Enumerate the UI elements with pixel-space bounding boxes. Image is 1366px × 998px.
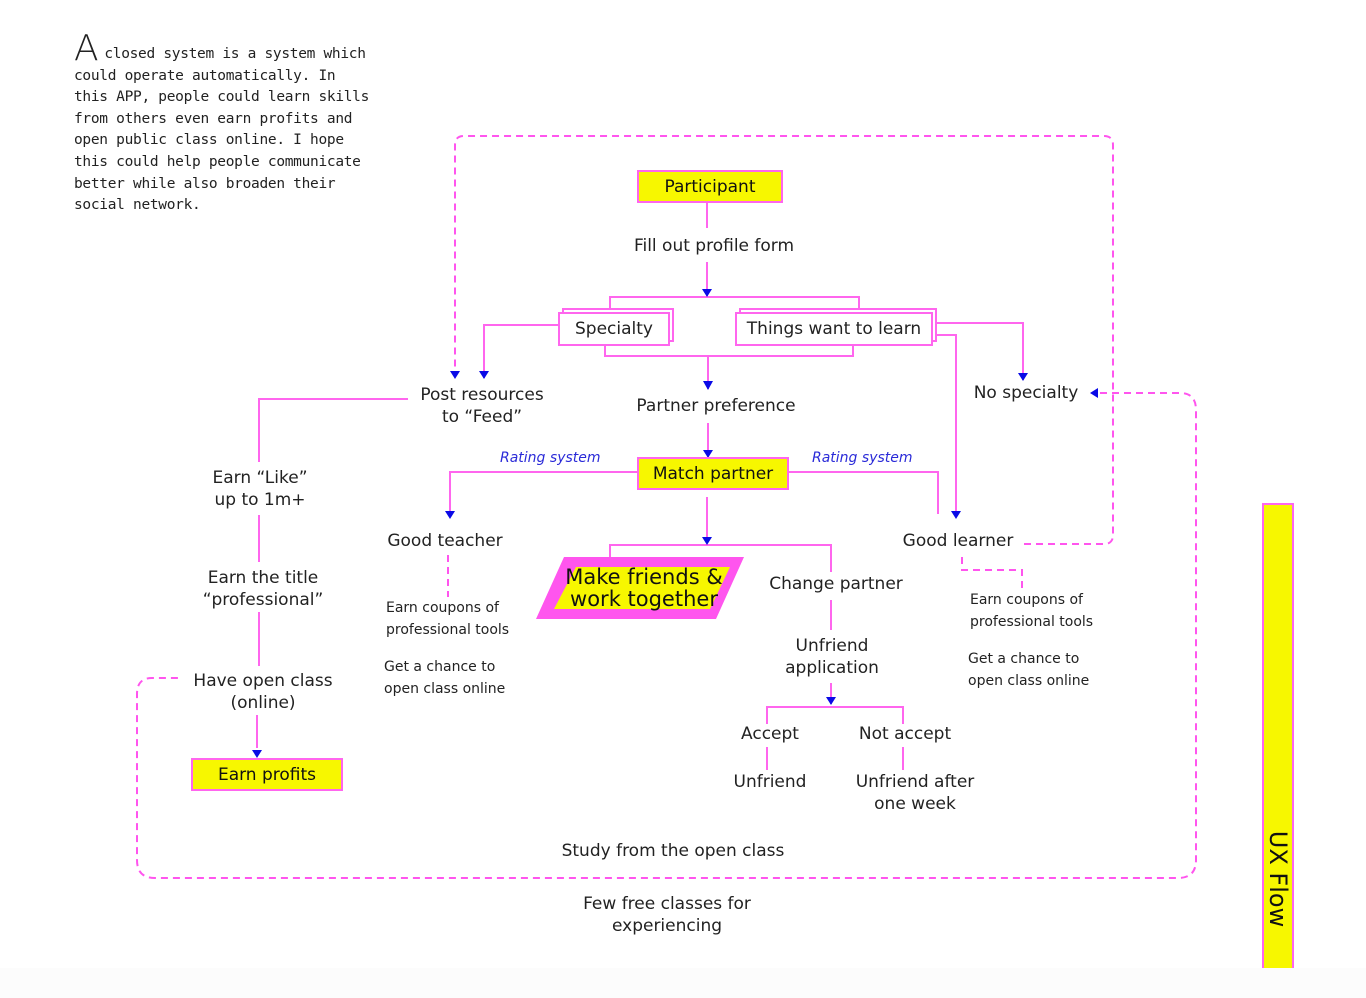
node-have-open-class-line1: Have open class: [193, 671, 333, 691]
node-post-resources-line1: Post resources: [420, 385, 544, 405]
node-unfriend-after-week-line2: one week: [874, 794, 956, 814]
arrow-icon: [450, 371, 460, 379]
node-earn-title-line2: “professional”: [202, 590, 324, 610]
study-open-class-label: Study from the open class: [561, 841, 785, 861]
node-participant: Participant: [637, 170, 783, 203]
teacher-reward-coupons: Earn coupons of professional tools: [386, 598, 509, 641]
teacher-reward-coupons-line1: Earn coupons of: [386, 600, 499, 616]
node-post-resources-line2: to “Feed”: [441, 407, 523, 427]
node-specialty-label: Specialty: [575, 319, 653, 339]
connector-post-like: [258, 398, 408, 462]
node-partner-preference: Partner preference: [636, 396, 796, 416]
arrow-icon: [702, 289, 712, 297]
node-earn-title: Earn the title “professional”: [183, 567, 343, 611]
node-make-friends: Make friends & work together: [553, 566, 735, 610]
rating-system-left: Rating system: [500, 450, 601, 466]
node-change-partner: Change partner: [769, 574, 903, 594]
node-earn-like-line2: up to 1m+: [214, 490, 306, 510]
node-make-friends-line1: Make friends &: [565, 565, 723, 589]
node-have-open-class-line2: (online): [230, 693, 296, 713]
node-not-accept: Not accept: [858, 724, 952, 744]
arrow-icon: [1090, 388, 1098, 398]
node-unfriend-application-line2: application: [785, 658, 879, 678]
connector-accept-notaccept-bracket: [766, 706, 904, 724]
learner-reward-coupons-line2: professional tools: [970, 613, 1094, 630]
teacher-reward-chance-line2: open class online: [384, 680, 506, 697]
node-no-specialty: No specialty: [973, 383, 1079, 403]
node-unfriend-after-week-line1: Unfriend after: [855, 772, 975, 792]
node-unfriend-application-line1: Unfriend: [795, 636, 869, 656]
learner-reward-chance-line1: Get a chance to: [968, 651, 1080, 667]
teacher-reward-coupons-line2: professional tools: [386, 621, 510, 638]
connector-specialty-post: [483, 324, 558, 378]
connector-bottom-bracket: [604, 345, 854, 357]
node-good-teacher: Good teacher: [387, 531, 503, 551]
node-good-learner: Good learner: [902, 531, 1014, 551]
arrow-icon: [951, 511, 961, 519]
node-make-friends-line2: work together: [570, 587, 718, 611]
node-accept: Accept: [741, 724, 799, 744]
node-earn-title-line1: Earn the title: [207, 568, 319, 588]
node-specialty: Specialty: [558, 312, 670, 346]
node-unfriend-after-week: Unfriend after one week: [840, 771, 990, 815]
learner-reward-chance-line2: open class online: [968, 672, 1090, 689]
node-earn-like: Earn “Like” up to 1m+: [190, 467, 330, 511]
arrow-icon: [826, 697, 836, 705]
node-earn-like-line1: Earn “Like”: [212, 468, 308, 488]
node-have-open-class: Have open class (online): [180, 670, 346, 714]
node-earn-profits-label: Earn profits: [217, 764, 317, 785]
node-match-partner: Match partner: [637, 457, 789, 490]
ux-flow-sidebar: UX Flow: [1262, 503, 1294, 968]
learner-reward-chance: Get a chance to open class online: [968, 649, 1089, 692]
connector-match-learner: [789, 471, 939, 514]
connector-match-teacher: [449, 471, 637, 516]
node-participant-label: Participant: [664, 176, 756, 197]
node-earn-profits: Earn profits: [191, 758, 343, 791]
node-things-to-learn-label: Things want to learn: [746, 319, 922, 339]
arrow-icon: [1018, 373, 1028, 381]
node-unfriend: Unfriend: [733, 772, 807, 792]
arrow-icon: [703, 381, 713, 390]
connector-things-nospecialty: [936, 322, 1024, 380]
node-things-to-learn: Things want to learn: [735, 312, 933, 346]
arrow-icon: [702, 537, 712, 545]
free-classes-line1: Few free classes for: [583, 894, 751, 914]
node-match-partner-label: Match partner: [652, 463, 774, 484]
teacher-reward-chance: Get a chance to open class online: [384, 657, 505, 700]
arrow-icon: [252, 750, 262, 758]
teacher-reward-chance-line1: Get a chance to: [384, 659, 496, 675]
node-fill-profile: Fill out profile form: [633, 236, 795, 256]
learner-reward-coupons: Earn coupons of professional tools: [970, 590, 1093, 633]
arrow-icon: [445, 511, 455, 519]
rating-system-right: Rating system: [812, 450, 913, 466]
ux-flow-label: UX Flow: [1264, 830, 1292, 928]
free-classes-line2: experiencing: [611, 916, 723, 936]
node-unfriend-application: Unfriend application: [762, 635, 902, 679]
connector-top-bracket: [609, 296, 860, 310]
node-post-resources: Post resources to “Feed”: [402, 384, 562, 428]
learner-reward-coupons-line1: Earn coupons of: [970, 592, 1083, 608]
dashed-learner-rewards: [961, 557, 1023, 588]
free-classes-label: Few free classes for experiencing: [560, 893, 774, 937]
arrow-icon: [479, 371, 489, 379]
